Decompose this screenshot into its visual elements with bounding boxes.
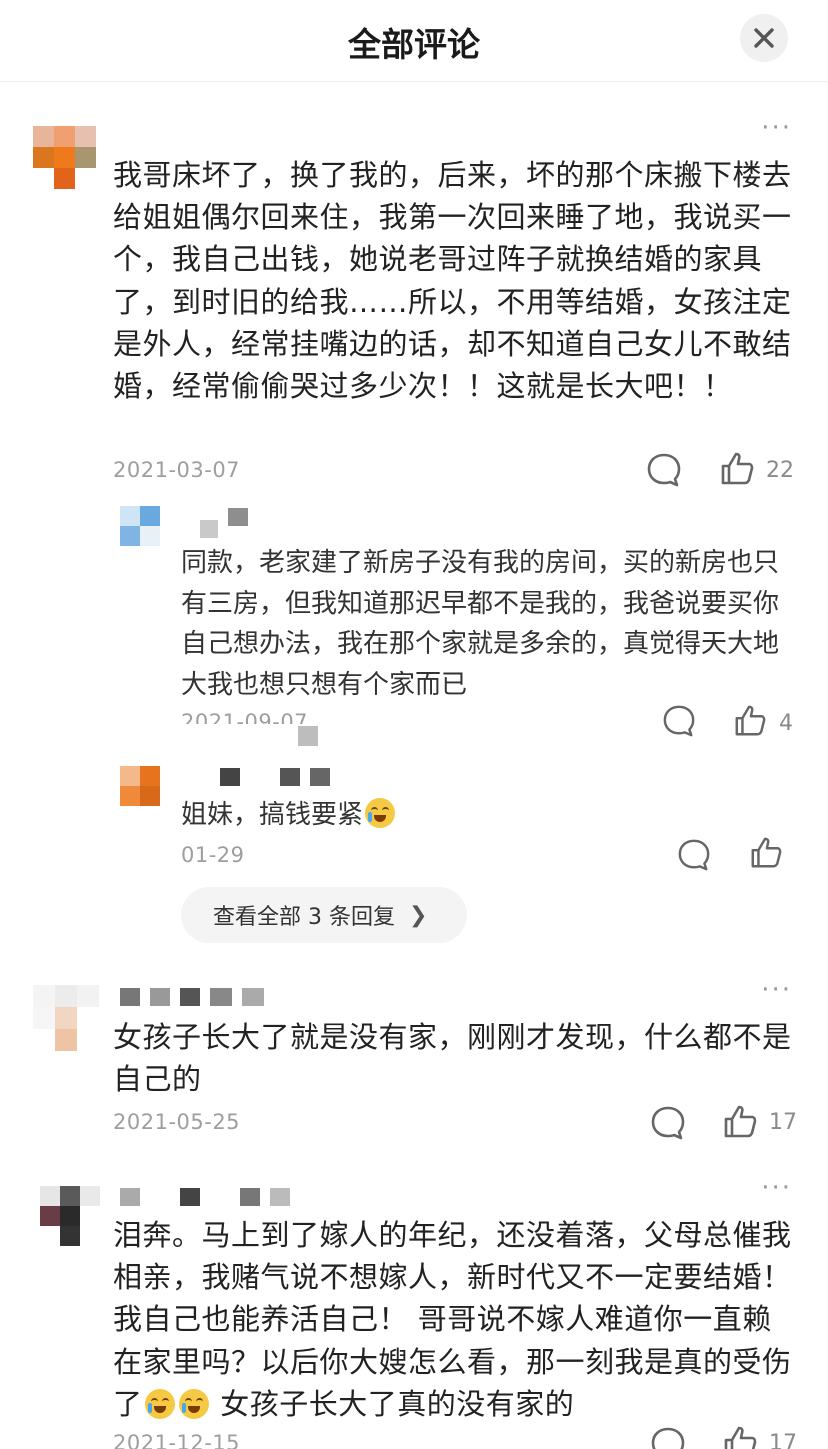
username [200,508,248,538]
comment-text-tail: 女孩子长大了真的没有家的 [210,1386,575,1421]
comment-date: 2021-05-25 [113,1110,241,1134]
laugh-cry-emoji [365,798,396,828]
username [120,988,264,1006]
comment-bubble-icon [651,1106,685,1140]
comment-date: 2021-03-07 [113,458,241,482]
reply-button[interactable] [650,1426,686,1449]
comment-text: 女孩子长大了就是没有家，刚刚才发现，什么都不是自己的 [113,1020,792,1097]
reply-button[interactable] [677,838,711,872]
reply-date: 01-29 [181,843,245,867]
comment-bubble-icon [678,839,710,871]
view-all-label: 查看全部 3 条回复 [213,905,395,930]
comment-text: 泪奔。马上到了嫁人的年纪，还没着落，父母总催我相亲，我赌气说不想嫁人，新时代又不… [113,1214,793,1425]
close-button[interactable] [740,14,788,62]
page-title: 全部评论 [348,25,480,64]
thumbs-up-icon [751,837,782,868]
crying-emoji [144,1388,175,1419]
reply-button[interactable] [646,452,682,488]
like-button[interactable] [733,704,767,738]
thumbs-up-icon [724,1426,757,1449]
like-button[interactable] [749,836,783,870]
reply-text-content: 姐妹，搞钱要紧 [181,800,364,830]
more-button[interactable]: ··· [761,115,792,141]
comment-bubble-icon [647,453,681,487]
username [220,768,330,786]
close-icon [754,28,774,48]
like-count: 22 [766,458,794,483]
more-button[interactable]: ··· [761,977,792,1003]
avatar[interactable] [33,985,99,1051]
avatar[interactable] [33,126,96,189]
like-button[interactable] [722,1425,758,1449]
reply-text: 姐妹，搞钱要紧 [181,795,791,836]
more-button[interactable]: ··· [761,1175,792,1201]
blur-block [298,726,318,746]
comment-bubble-icon [663,705,695,737]
like-button[interactable] [722,1104,758,1140]
comment-text: 我哥床坏了，换了我的，后来，坏的那个床搬下楼去给姐姐偶尔回来住，我第一次回来睡了… [113,158,792,404]
like-count: 4 [779,711,793,736]
reply-text: 同款，老家建了新房子没有我的房间，买的新房也只有三房，但我知道那迟早都不是我的，… [181,548,780,700]
comment-date: 2021-12-15 [113,1431,241,1449]
avatar[interactable] [40,1186,100,1246]
avatar[interactable] [120,506,160,546]
thumbs-up-icon [735,705,766,736]
like-button[interactable] [719,451,755,487]
crying-emoji [178,1388,209,1419]
thumbs-up-icon [721,452,754,485]
chevron-right-icon: ❯ [408,902,428,928]
header: 全部评论 [0,0,828,82]
like-count: 17 [769,1110,797,1135]
username [120,1188,290,1206]
reply-button[interactable] [662,704,696,738]
reply-button[interactable] [650,1105,686,1141]
avatar[interactable] [120,766,160,806]
reply-date: 2021-09-07 [181,710,309,724]
view-all-replies-button[interactable]: 查看全部 3 条回复 ❯ [181,887,467,943]
thumbs-up-icon [724,1105,757,1138]
comment-bubble-icon [651,1427,685,1449]
like-count: 17 [769,1431,797,1449]
